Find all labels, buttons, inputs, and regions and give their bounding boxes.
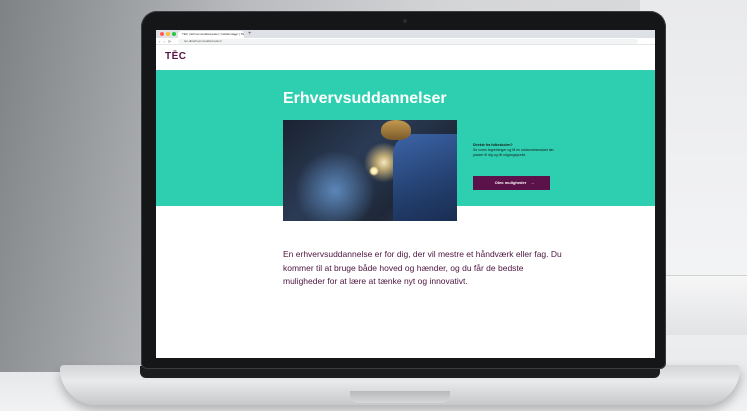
background-shelf — [655, 275, 747, 335]
close-dot-icon[interactable] — [160, 32, 164, 36]
minimize-dot-icon[interactable] — [166, 32, 170, 36]
camera-icon — [403, 19, 407, 23]
browser-tab-bar: TEC | Erhvervsuddannelser | Uddannelser … — [156, 30, 655, 38]
browser-nav-icons[interactable]: ‹ › ⟳ — [159, 38, 172, 45]
welder-figure — [393, 134, 457, 221]
laptop-screen: TEC | Erhvervsuddannelser | Uddannelser … — [156, 30, 655, 358]
hero-side-text: Direkte fra folkeskolen? Se vores fagret… — [473, 143, 563, 158]
arrow-right-icon: → — [530, 180, 535, 185]
tec-logo[interactable]: TĒC — [165, 51, 187, 62]
welder-photo — [283, 120, 457, 221]
welder-helmet — [381, 120, 411, 140]
laptop-notch — [350, 391, 450, 403]
site-header: TĒC — [156, 45, 655, 69]
tab-close-icon[interactable]: × — [234, 31, 236, 38]
hero-section: Erhvervsuddannelser Direkte fra folkesko… — [156, 70, 655, 221]
cta-label: Oleo muligheder — [494, 180, 527, 185]
welding-spark — [369, 166, 379, 176]
page-title: Erhvervsuddannelser — [283, 90, 447, 107]
address-bar[interactable]: tec.dk/erhvervsuddannelser/ — [178, 39, 638, 44]
see-options-button[interactable]: Oleo muligheder → — [473, 176, 550, 190]
hero-description: Se vores fagretninger og få en uddannels… — [473, 148, 554, 157]
window-controls — [160, 32, 176, 36]
address-bar-row: ‹ › ⟳ tec.dk/erhvervsuddannelser/ — [156, 38, 655, 45]
maximize-dot-icon[interactable] — [172, 32, 176, 36]
intro-text: En erhvervsuddannelse er for dig, der vi… — [283, 249, 562, 286]
new-tab-button[interactable]: + — [248, 30, 252, 38]
